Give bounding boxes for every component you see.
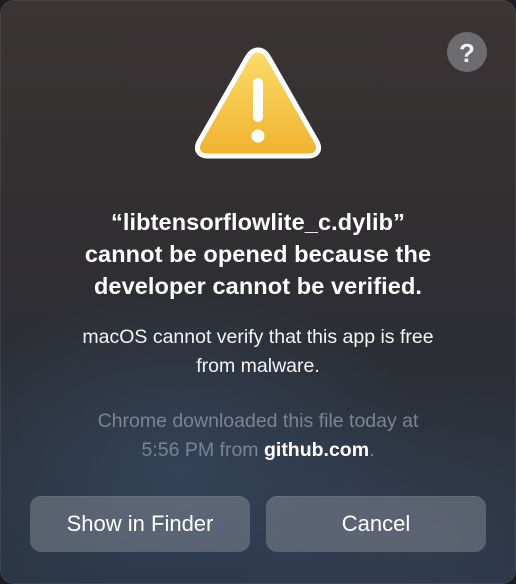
cancel-button[interactable]: Cancel	[266, 496, 486, 552]
dialog-title-line: “libtensorflowlite_c.dylib”	[111, 209, 405, 235]
question-mark-icon: ?	[459, 37, 475, 68]
download-info-period: .	[369, 439, 375, 461]
warning-triangle-icon	[194, 47, 322, 159]
download-info: Chrome downloaded this file today at 5:5…	[30, 407, 486, 465]
dialog-title: “libtensorflowlite_c.dylib” cannot be op…	[30, 206, 486, 302]
show-in-finder-button[interactable]: Show in Finder	[30, 496, 250, 552]
download-time-text: 5:56 PM from	[141, 439, 264, 461]
download-host: github.com	[263, 439, 370, 461]
exclamation-dot	[251, 129, 265, 143]
download-info-line: 5:56 PM from github.com.	[30, 436, 486, 465]
dialog-message-line: macOS cannot verify that this app is fre…	[82, 326, 434, 348]
dialog-message: macOS cannot verify that this app is fre…	[30, 323, 486, 381]
exclamation-bar	[253, 78, 263, 122]
help-button[interactable]: ?	[447, 32, 487, 72]
unverified-developer-dialog: ? “libtensorflowlite_c.dylib” cannot be …	[0, 0, 516, 584]
download-info-line: Chrome downloaded this file today at	[97, 410, 419, 432]
dialog-message-line: from malware.	[196, 355, 320, 377]
dialog-title-line: developer cannot be verified.	[93, 273, 423, 299]
dialog-title-line: cannot be opened because the	[84, 241, 432, 267]
